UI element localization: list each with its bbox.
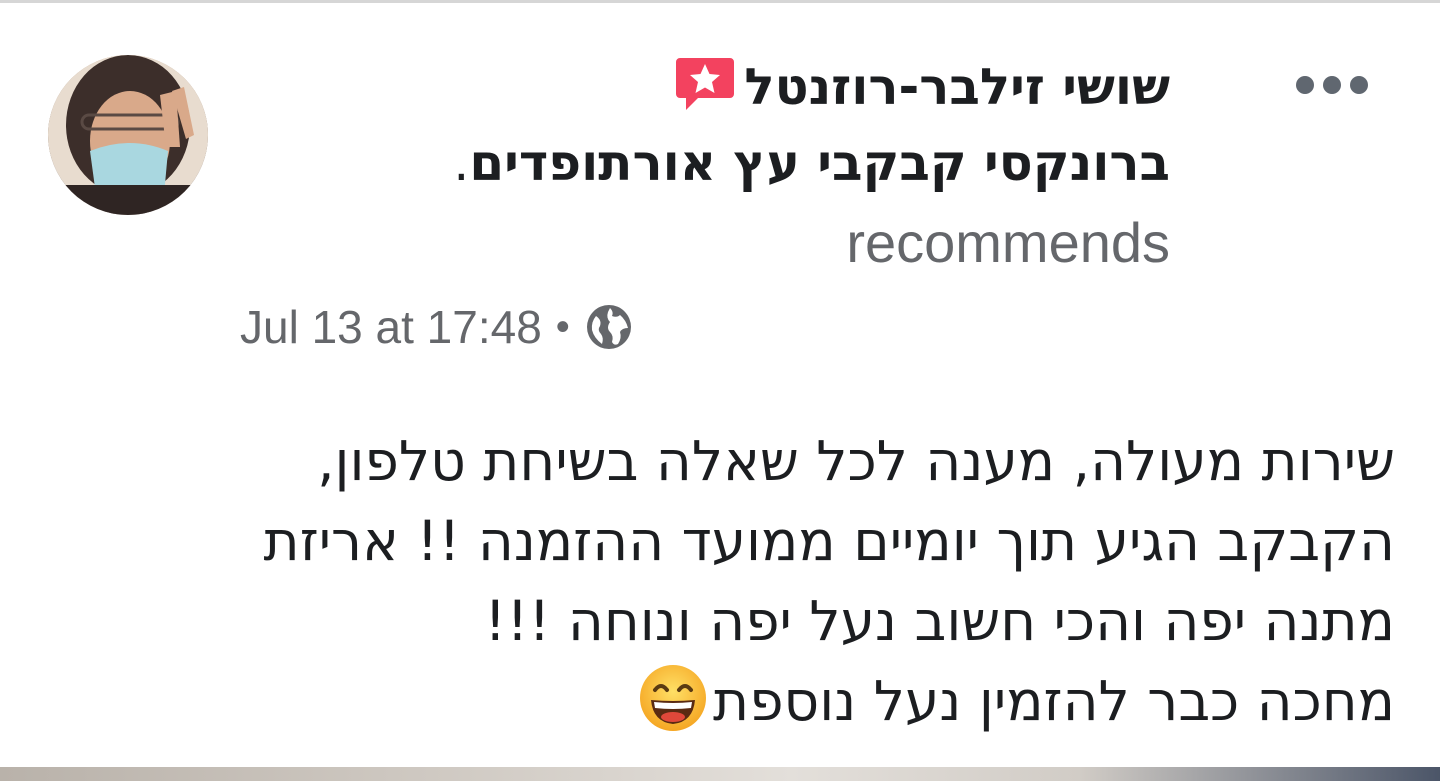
- avatar[interactable]: [48, 55, 208, 215]
- timestamp[interactable]: Jul 13 at 17:48: [240, 300, 542, 354]
- recommendation-line: ברונקסי קבקבי עץ אורתופדים. recommends: [240, 123, 1170, 285]
- body-line: מחכה כבר להזמין נעל נוספת: [713, 669, 1395, 733]
- globe-icon[interactable]: [584, 302, 634, 352]
- body-line: שירות מעולה, מענה לכל שאלה בשיחת טלפון,: [317, 429, 1395, 493]
- body-line-last: מחכה כבר להזמין נעל נוספת: [100, 661, 1395, 741]
- more-options-icon[interactable]: [1296, 67, 1368, 103]
- body-line: הקבקב הגיע תוך יומיים ממועד ההזמנה !! אר…: [263, 509, 1395, 573]
- more-dot: [1323, 76, 1341, 94]
- recommendation-post: שושי זילבר-רוזנטל ברונקסי קבקבי עץ אורתו…: [0, 3, 1440, 767]
- meta-separator: •: [555, 304, 570, 349]
- next-content-image-edge: [0, 767, 1440, 781]
- post-body: שירות מעולה, מענה לכל שאלה בשיחת טלפון, …: [100, 421, 1395, 741]
- period: .: [453, 134, 470, 192]
- business-name-link[interactable]: ברונקסי קבקבי עץ אורתופדים: [469, 134, 1170, 192]
- recommends-verb: recommends: [846, 211, 1170, 274]
- post-header: שושי זילבר-רוזנטל ברונקסי קבקבי עץ אורתו…: [240, 51, 1170, 285]
- body-line: מתנה יפה והכי חשוב נעל יפה ונוחה !!!: [484, 589, 1395, 653]
- grinning-face-emoji-icon: [640, 665, 707, 731]
- recommendation-star-icon: [676, 58, 735, 110]
- avatar-image: [48, 55, 208, 215]
- more-dot: [1296, 76, 1314, 94]
- post-meta: Jul 13 at 17:48 •: [240, 299, 634, 355]
- more-dot: [1350, 76, 1368, 94]
- author-name[interactable]: שושי זילבר-רוזנטל: [744, 51, 1170, 123]
